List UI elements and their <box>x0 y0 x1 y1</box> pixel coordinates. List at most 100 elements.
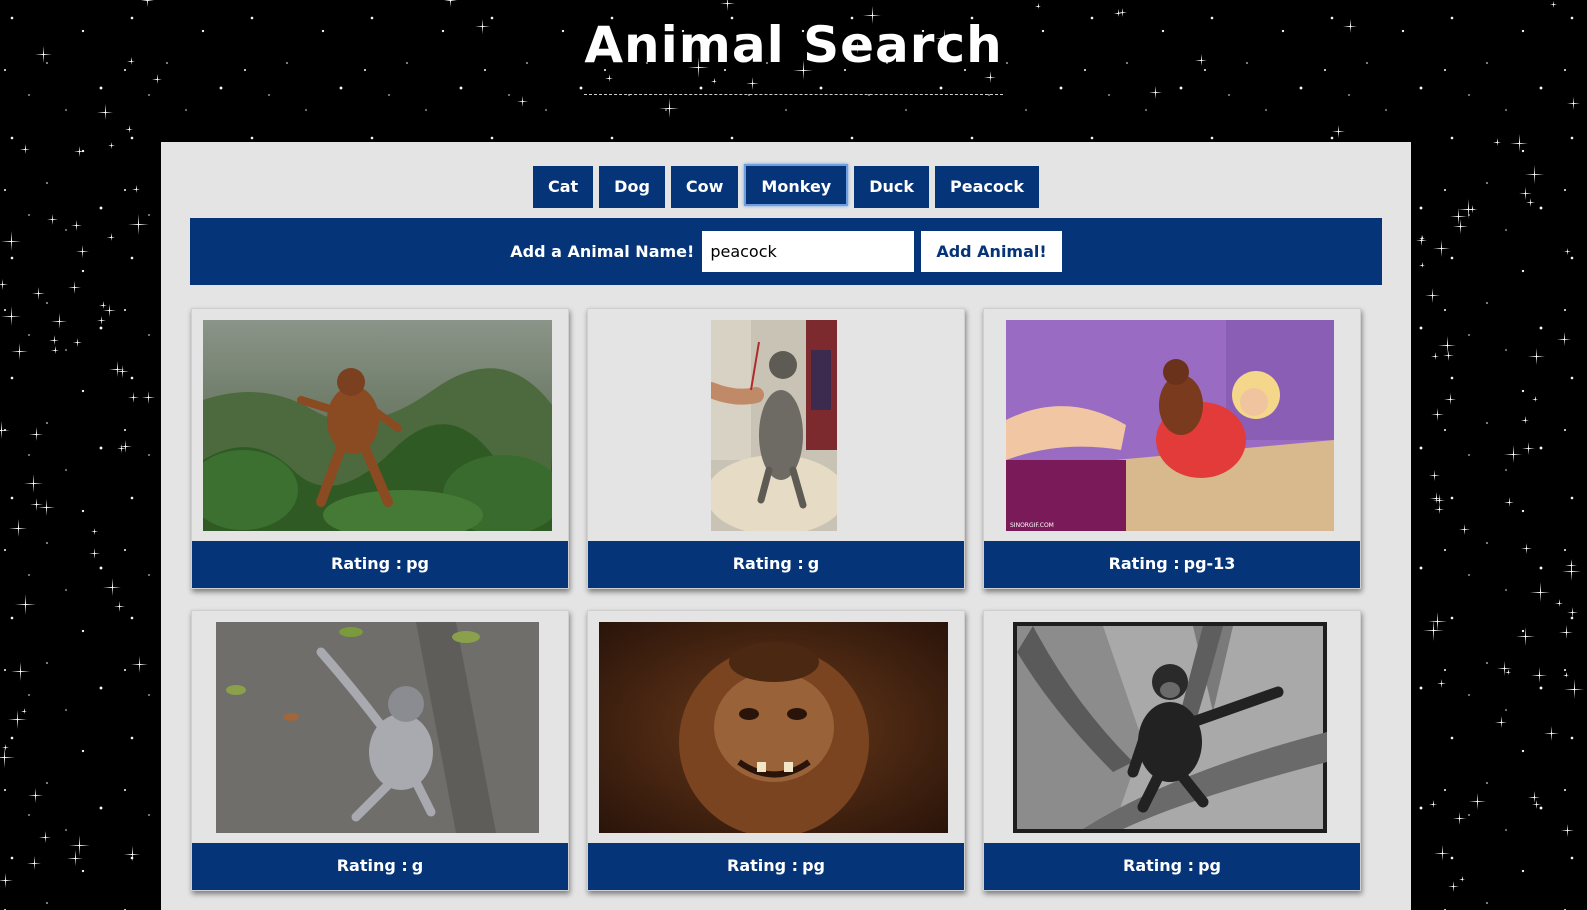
sparkle <box>96 320 106 321</box>
sparkle <box>1430 414 1444 415</box>
sparkle <box>1515 636 1535 637</box>
sparkle <box>1563 675 1569 676</box>
sparkle <box>0 880 13 881</box>
sparkle <box>115 371 129 372</box>
sparkle <box>1434 853 1450 854</box>
sparkle <box>1468 801 1486 802</box>
main-panel: Cat Dog Cow Monkey Duck Peacock Add a Animal … <box>161 142 1411 910</box>
image-watermark: SINORGIF.COM <box>1010 522 1054 529</box>
animal-button-dog[interactable]: Dog <box>599 166 665 208</box>
gif-image-orangutan-bed[interactable]: SINORGIF.COM <box>1006 320 1334 531</box>
animal-button-duck[interactable]: Duck <box>854 166 930 208</box>
sparkle <box>1 747 9 748</box>
gif-image-capuchin[interactable] <box>599 622 948 833</box>
sparkle <box>20 149 30 150</box>
sparkle <box>14 604 36 605</box>
sparkle <box>1555 603 1563 604</box>
sparkle <box>1419 265 1425 266</box>
sparkle <box>124 854 140 855</box>
sparkle <box>1495 722 1507 723</box>
sparkle <box>27 863 41 864</box>
sparkle <box>49 340 59 341</box>
add-animal-label: Add a Animal Name! <box>510 242 695 261</box>
sparkle <box>1331 131 1345 132</box>
rating-label: Rating : pg-13 <box>984 541 1360 588</box>
sparkle <box>1566 103 1580 104</box>
sparkle <box>1427 621 1447 622</box>
rating-label: Rating : pg <box>984 843 1360 890</box>
sparkle <box>1505 672 1511 673</box>
sparkle <box>1 241 21 242</box>
gif-image-orangutan[interactable] <box>203 320 552 531</box>
sparkle <box>1518 193 1532 194</box>
gif-image-monkey-brushed[interactable] <box>711 320 837 531</box>
sparkle <box>0 757 15 758</box>
sparkle <box>1557 339 1571 340</box>
sparkle <box>118 446 132 447</box>
rating-value: pg <box>406 554 429 573</box>
sparkle <box>1564 689 1584 690</box>
sparkle <box>1527 356 1545 357</box>
sparkle <box>1531 675 1547 676</box>
sparkle <box>97 112 113 113</box>
sparkle <box>1560 830 1574 831</box>
sparkle <box>1525 202 1535 203</box>
rating-value: pg <box>1198 856 1221 875</box>
sparkle <box>68 845 90 846</box>
sparkle <box>1458 529 1470 530</box>
sparkle <box>1432 248 1450 249</box>
gif-image-chimpanzee[interactable] <box>1013 622 1327 833</box>
sparkle <box>1504 502 1514 503</box>
sparkle <box>102 310 116 311</box>
sparkle <box>1493 142 1501 143</box>
sparkle <box>1543 733 1559 734</box>
sparkle <box>1521 420 1529 421</box>
sparkle <box>1458 209 1478 210</box>
animal-button-peacock[interactable]: Peacock <box>935 166 1039 208</box>
sparkle <box>1496 668 1512 669</box>
sparkle <box>31 293 45 294</box>
rating-value: g <box>411 856 424 875</box>
animal-button-monkey[interactable]: Monkey <box>744 164 849 206</box>
sparkle <box>1559 632 1573 633</box>
sparkle <box>27 795 43 796</box>
add-animal-button[interactable]: Add Animal! <box>921 231 1062 272</box>
rating-label: Rating :g <box>588 541 964 588</box>
sparkle <box>1521 448 1535 449</box>
sparkle <box>21 711 27 712</box>
sparkle <box>141 397 155 398</box>
sparkle <box>1431 356 1439 357</box>
sparkle <box>1520 548 1532 549</box>
sparkle <box>7 719 27 720</box>
sparkle <box>90 531 98 532</box>
sparkle <box>1419 238 1425 239</box>
rating-label: Rating :g <box>192 843 568 890</box>
sparkle <box>1504 454 1522 455</box>
sparkle <box>1434 509 1444 510</box>
sparkle <box>1565 565 1577 566</box>
sparkle <box>127 224 149 225</box>
sparkle <box>1532 399 1538 400</box>
animal-button-cow[interactable]: Cow <box>670 166 739 208</box>
sparkle <box>107 237 115 238</box>
sparkle <box>1524 174 1544 175</box>
sparkle <box>127 397 139 398</box>
page-title: Animal Search <box>584 14 1003 95</box>
gif-image-baby-monkey[interactable] <box>216 622 539 833</box>
rating-value: pg-13 <box>1183 554 1236 573</box>
sparkle <box>1415 240 1427 241</box>
animal-button-bar: Cat Dog Cow Monkey Duck Peacock <box>161 164 1411 208</box>
sparkle <box>107 145 115 146</box>
result-card: Rating : pg <box>191 308 569 589</box>
sparkle <box>1510 143 1528 144</box>
sparkle <box>1531 804 1541 805</box>
animal-name-input[interactable] <box>702 231 915 272</box>
sparkle <box>1429 804 1437 805</box>
sparkle <box>1 316 21 317</box>
sparkle <box>1430 498 1442 499</box>
animal-button-cat[interactable]: Cat <box>532 166 594 208</box>
sparkle <box>1422 630 1444 631</box>
page-header: Animal Search <box>0 0 1587 95</box>
sparkle <box>88 553 100 554</box>
sparkle <box>659 108 679 109</box>
